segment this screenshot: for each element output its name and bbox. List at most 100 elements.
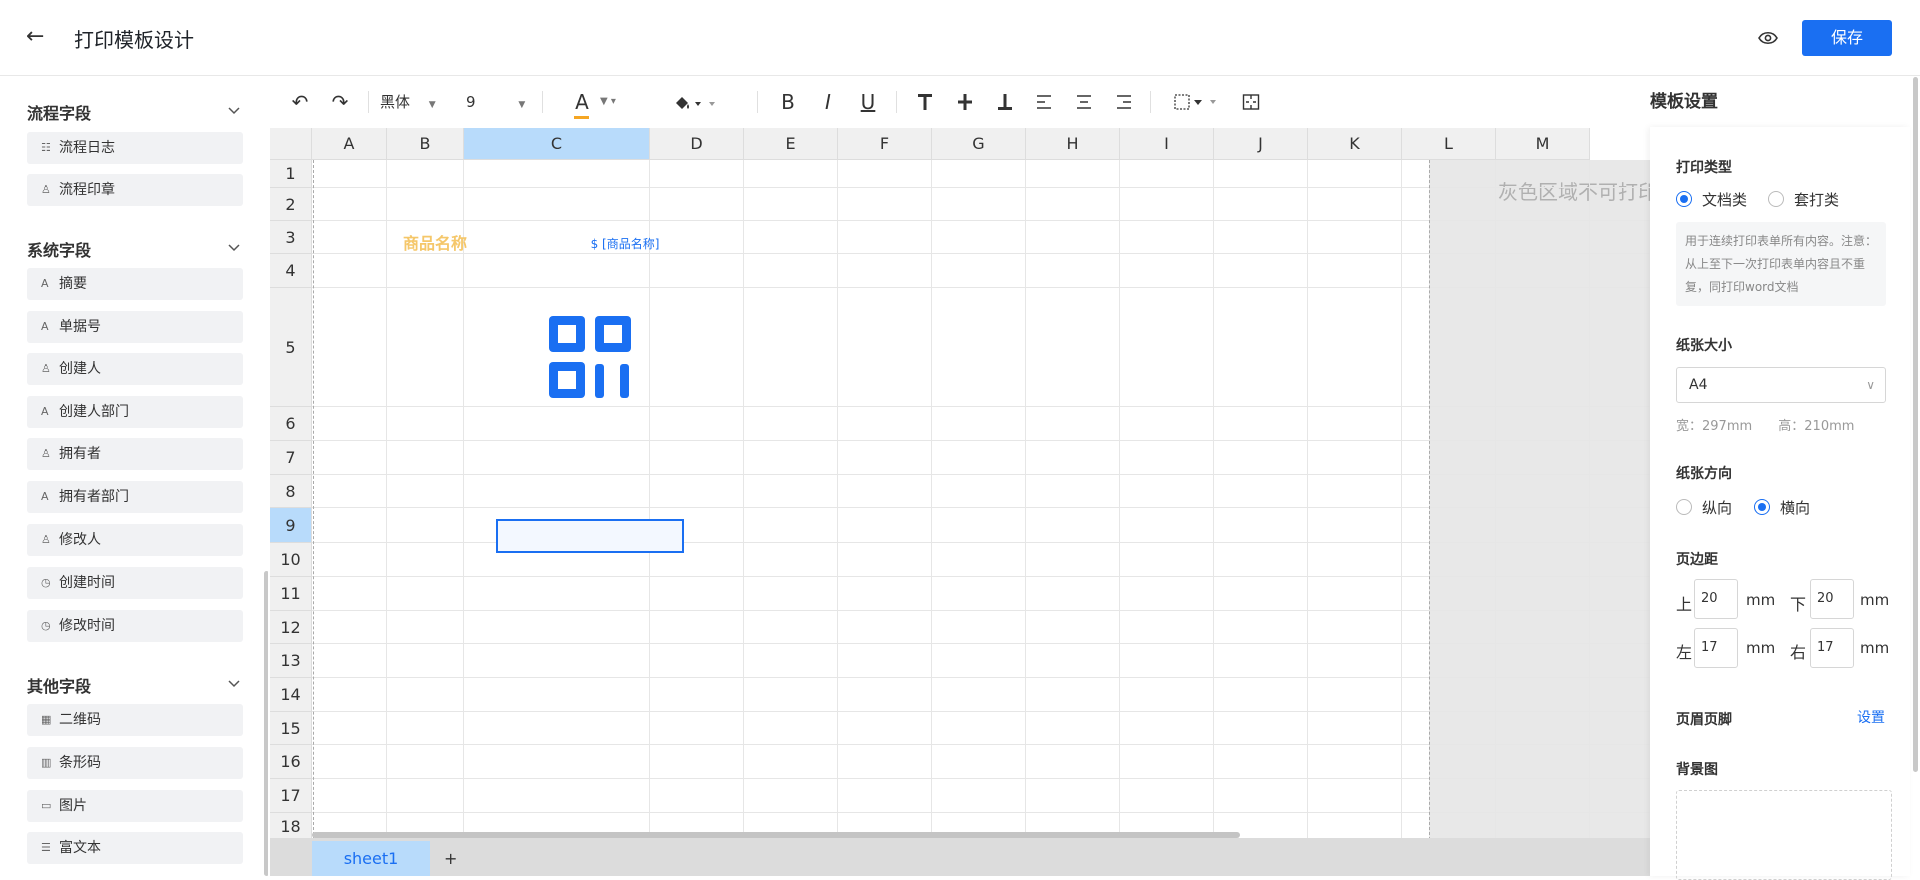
align-center-icon[interactable] (1075, 93, 1093, 111)
radio-label-document-type[interactable]: 文档类 (1702, 189, 1747, 210)
row-header[interactable]: 18 (270, 813, 312, 838)
eye-icon[interactable] (1758, 30, 1778, 46)
cell-c3-variable[interactable]: $ [商品名称] (550, 235, 700, 252)
undo-icon[interactable]: ↶ (286, 77, 314, 127)
column-header[interactable]: D (650, 128, 744, 160)
valign-top-icon[interactable] (915, 92, 935, 112)
chevron-down-icon[interactable] (228, 244, 240, 252)
row-header[interactable]: 15 (270, 712, 312, 745)
row-header[interactable]: 13 (270, 644, 312, 678)
group-title-other-fields[interactable]: 其他字段 (27, 673, 91, 697)
column-header[interactable]: J (1214, 128, 1308, 160)
row-header[interactable]: 17 (270, 779, 312, 813)
margin-top-input[interactable]: 20 (1694, 579, 1738, 619)
column-header[interactable]: I (1120, 128, 1214, 160)
radio-label-overlay-type[interactable]: 套打类 (1794, 189, 1839, 210)
field-item-owner[interactable]: ♙ 拥有者 (27, 438, 243, 470)
selected-cell-c9[interactable] (496, 519, 684, 553)
column-header[interactable]: K (1308, 128, 1402, 160)
align-right-icon[interactable] (1115, 93, 1133, 111)
font-family-select[interactable]: 黑体 ▼ (380, 77, 450, 127)
underline-icon[interactable]: U (854, 77, 882, 127)
column-header[interactable]: G (932, 128, 1026, 160)
header-footer-settings-link[interactable]: 设置 (1857, 707, 1885, 727)
row-header[interactable]: 8 (270, 475, 312, 508)
margin-left-input[interactable]: 17 (1694, 628, 1738, 668)
field-item-process-stamp[interactable]: ♙ 流程印章 (27, 174, 243, 206)
save-button[interactable]: 保存 (1802, 20, 1892, 56)
column-header[interactable]: L (1402, 128, 1496, 160)
chevron-down-icon[interactable] (228, 680, 240, 688)
row-header[interactable]: 3 (270, 221, 312, 254)
column-header[interactable]: A (312, 128, 387, 160)
row-header[interactable]: 11 (270, 577, 312, 611)
select-all-corner[interactable] (270, 128, 312, 160)
field-item-image[interactable]: ▭ 图片 (27, 790, 243, 822)
redo-icon[interactable]: ↷ (326, 77, 354, 127)
valign-bottom-icon[interactable] (995, 92, 1015, 112)
merge-cells-icon[interactable] (1242, 93, 1260, 111)
font-color-icon[interactable]: A (570, 77, 594, 127)
column-header[interactable]: H (1026, 128, 1120, 160)
border-icon[interactable] (1174, 93, 1226, 111)
field-item-barcode[interactable]: ▥ 条形码 (27, 747, 243, 779)
valign-middle-icon[interactable] (955, 92, 975, 112)
field-item-owner-dept[interactable]: A 拥有者部门 (27, 481, 243, 513)
column-header[interactable]: M (1496, 128, 1590, 160)
margin-label: 页边距 (1676, 552, 1718, 568)
field-item-qrcode[interactable]: ▦ 二维码 (27, 704, 243, 736)
row-header[interactable]: 16 (270, 745, 312, 779)
radio-portrait[interactable] (1676, 499, 1692, 515)
fill-color-icon[interactable] (670, 77, 720, 127)
field-item-doc-number[interactable]: A 单据号 (27, 311, 243, 343)
field-item-summary[interactable]: A 摘要 (27, 268, 243, 300)
column-header[interactable]: F (838, 128, 932, 160)
cell-b3-field-title[interactable]: 商品名称 (403, 230, 467, 254)
barcode-icon: ▥ (41, 756, 52, 769)
row-header[interactable]: 4 (270, 254, 312, 288)
background-image-upload[interactable] (1676, 790, 1892, 880)
italic-icon[interactable]: I (814, 77, 842, 127)
row-header[interactable]: 10 (270, 543, 312, 577)
font-size-select[interactable]: 9 ▼ (466, 77, 526, 127)
field-item-created-time[interactable]: ◷ 创建时间 (27, 567, 243, 599)
paper-size-select[interactable]: A4 ∨ (1676, 367, 1886, 403)
row-header[interactable]: 12 (270, 611, 312, 644)
field-item-richtext[interactable]: ☰ 富文本 (27, 832, 243, 864)
margin-right-input[interactable]: 17 (1810, 628, 1854, 668)
sidebar-scrollbar[interactable] (264, 571, 268, 876)
align-left-icon[interactable] (1035, 93, 1053, 111)
column-header[interactable]: C (464, 128, 650, 160)
field-item-creator-dept[interactable]: A 创建人部门 (27, 396, 243, 428)
field-item-modifier[interactable]: ♙ 修改人 (27, 524, 243, 556)
group-title-system-fields[interactable]: 系统字段 (27, 237, 91, 261)
sheet-tab-sheet1[interactable]: sheet1 (312, 841, 430, 876)
radio-landscape[interactable] (1754, 499, 1770, 515)
back-icon[interactable]: ← (26, 26, 44, 48)
field-item-process-log[interactable]: ☷ 流程日志 (27, 132, 243, 164)
row-header[interactable]: 1 (270, 160, 312, 188)
row-header[interactable]: 7 (270, 441, 312, 475)
radio-document-type[interactable] (1676, 191, 1692, 207)
margin-bottom-input[interactable]: 20 (1810, 579, 1854, 619)
radio-overlay-type[interactable] (1768, 191, 1784, 207)
row-header[interactable]: 14 (270, 678, 312, 712)
qrcode-icon[interactable] (545, 312, 635, 402)
field-item-creator[interactable]: ♙ 创建人 (27, 353, 243, 385)
settings-scrollbar[interactable] (1913, 77, 1918, 772)
column-header[interactable]: B (387, 128, 464, 160)
row-header[interactable]: 9 (270, 508, 312, 543)
spreadsheet-grid[interactable]: 灰色区域不可打印 ABCDEFGHIJKLM 1 2 3 4 5 6 7 8 9 10 11 12 13… (270, 128, 1650, 838)
add-sheet-button[interactable]: + (444, 841, 457, 876)
row-header[interactable]: 5 (270, 288, 312, 407)
bold-icon[interactable]: B (774, 77, 802, 127)
caret-down-icon[interactable]: ▼ ▾ (594, 77, 622, 127)
row-header[interactable]: 6 (270, 407, 312, 441)
radio-label-portrait[interactable]: 纵向 (1702, 497, 1732, 518)
radio-label-landscape[interactable]: 横向 (1780, 497, 1810, 518)
field-item-modified-time[interactable]: ◷ 修改时间 (27, 610, 243, 642)
column-header[interactable]: E (744, 128, 838, 160)
row-header[interactable]: 2 (270, 188, 312, 221)
chevron-down-icon[interactable] (228, 107, 240, 115)
group-title-process-fields[interactable]: 流程字段 (27, 100, 91, 124)
